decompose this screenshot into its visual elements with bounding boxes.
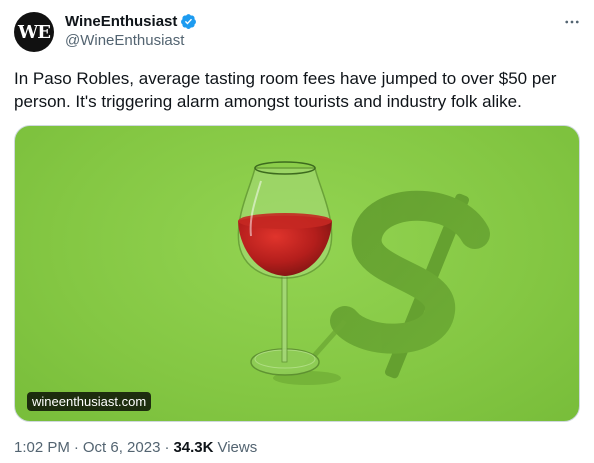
more-horizontal-icon[interactable] — [560, 10, 584, 34]
views-label[interactable]: Views — [217, 439, 257, 456]
display-name[interactable]: WineEnthusiast — [65, 13, 177, 30]
wine-glass-illustration — [237, 161, 490, 385]
tweet-card: WE WineEnthusiast @WineEnthusiast In Pas… — [0, 0, 594, 463]
author-handle[interactable]: @WineEnthusiast — [65, 32, 184, 49]
verified-badge-icon — [180, 13, 197, 30]
meta-separator: · — [73, 439, 79, 456]
tweet-meta: 1:02 PM · Oct 6, 2023 · 34.3K Views — [14, 439, 257, 456]
avatar-text: WE — [18, 21, 51, 43]
tweet-media-image[interactable]: wineenthusiast.com — [14, 125, 580, 422]
tweet-date[interactable]: Oct 6, 2023 — [83, 439, 161, 456]
meta-separator: · — [164, 439, 170, 456]
dollar-shadow — [330, 190, 490, 379]
avatar[interactable]: WE — [14, 12, 54, 52]
tweet-text: In Paso Robles, average tasting room fee… — [14, 69, 557, 111]
author-name-row[interactable]: WineEnthusiast — [65, 13, 197, 30]
tweet-time[interactable]: 1:02 PM — [14, 439, 70, 456]
views-count[interactable]: 34.3K — [173, 439, 213, 456]
media-link-badge[interactable]: wineenthusiast.com — [27, 392, 152, 411]
